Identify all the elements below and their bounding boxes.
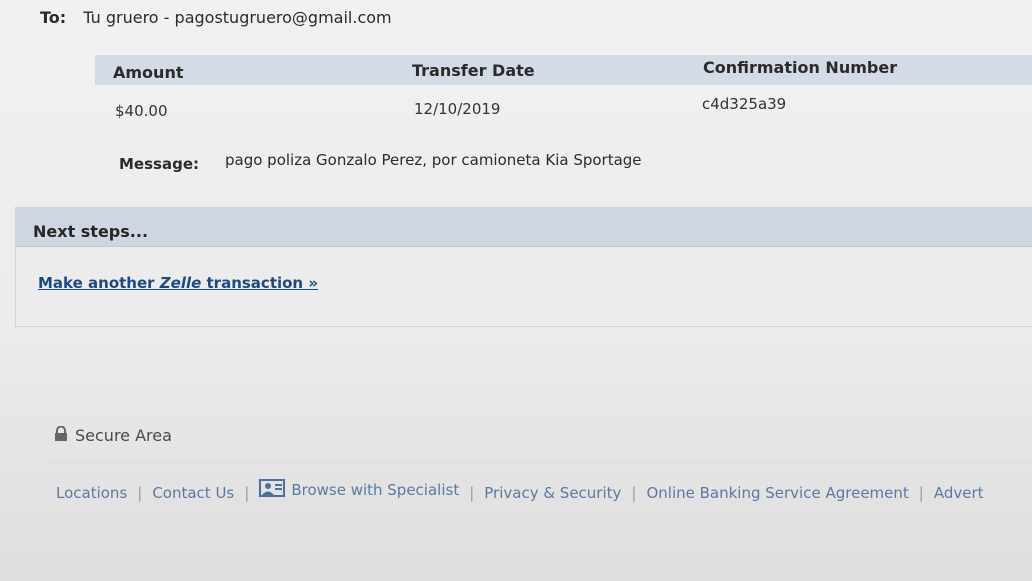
confirmation-page: To: Tu gruero - pagostugruero@gmail.com … <box>0 0 1032 581</box>
footer-divider <box>50 462 1032 463</box>
footer-separator: | <box>631 484 637 502</box>
footer-separator: | <box>137 484 143 502</box>
confirmation-number-header: Confirmation Number <box>703 58 898 77</box>
link-prefix: Make another <box>38 274 160 292</box>
next-steps-panel: Next steps... Make another Zelle transac… <box>15 207 1032 327</box>
secure-area-label: Secure Area <box>75 426 172 445</box>
next-steps-title: Next steps... <box>33 222 149 241</box>
make-another-zelle-link[interactable]: Make another Zelle transaction » <box>38 274 318 292</box>
transfer-date-value: 12/10/2019 <box>414 100 501 118</box>
amount-header: Amount <box>113 63 184 82</box>
contact-us-link[interactable]: Contact Us <box>152 484 234 502</box>
secure-area: Secure Area <box>53 425 172 445</box>
next-steps-header: Next steps... <box>16 208 1032 247</box>
recipient-label: To: <box>40 8 67 27</box>
service-agreement-link[interactable]: Online Banking Service Agreement <box>646 484 908 502</box>
browse-specialist-label: Browse with Specialist <box>291 481 460 499</box>
amount-value: $40.00 <box>115 102 168 120</box>
zelle-brand: Zelle <box>159 274 202 292</box>
locations-link[interactable]: Locations <box>56 484 127 502</box>
lock-icon <box>53 425 69 445</box>
footer-separator: | <box>244 484 250 502</box>
footer-separator: | <box>469 484 475 502</box>
recipient-line: To: Tu gruero - pagostugruero@gmail.com <box>40 8 392 27</box>
privacy-security-link[interactable]: Privacy & Security <box>484 484 621 502</box>
message-label: Message: <box>119 155 199 173</box>
message-text: pago poliza Gonzalo Perez, por camioneta… <box>225 151 642 169</box>
footer-separator: | <box>918 484 924 502</box>
footer-links: Locations | Contact Us | Browse with Special… <box>56 478 984 502</box>
browse-specialist-link[interactable]: Browse with Specialist <box>259 478 459 502</box>
browse-specialist-icon <box>259 478 286 502</box>
link-suffix: transaction » <box>201 274 319 292</box>
transfer-date-header: Transfer Date <box>412 61 535 80</box>
advertising-link[interactable]: Advert <box>934 484 984 502</box>
recipient-value: Tu gruero - pagostugruero@gmail.com <box>83 8 392 27</box>
confirmation-number-value: c4d325a39 <box>702 95 787 113</box>
